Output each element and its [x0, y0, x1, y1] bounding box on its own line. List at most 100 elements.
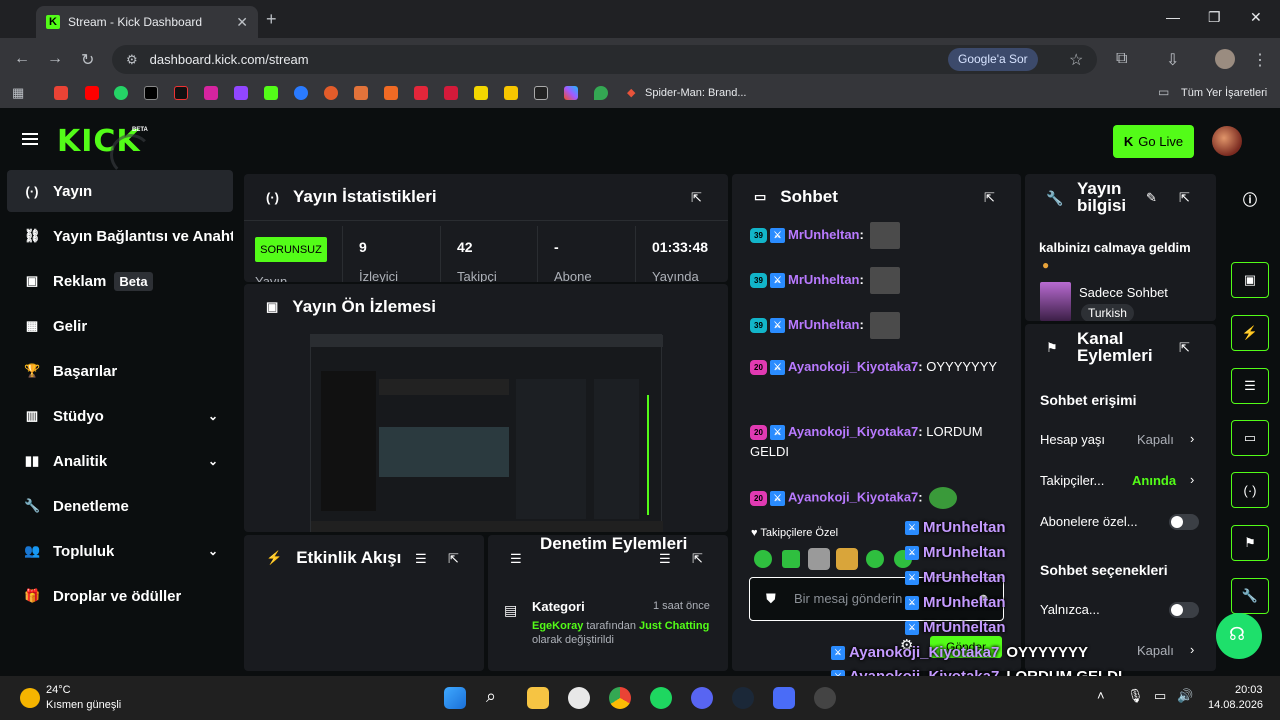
rail-channel-button[interactable]: ⚑ — [1231, 525, 1269, 561]
sidebar-item-7[interactable]: 🔧 Denetleme — [7, 485, 233, 527]
edit-icon[interactable]: ✎ — [1146, 190, 1157, 206]
subs-only-toggle[interactable] — [1169, 514, 1199, 530]
pepe-emote[interactable] — [929, 487, 958, 509]
bookmark-orange-icon[interactable] — [324, 86, 338, 100]
weather-desc[interactable]: Kısmen güneşli — [46, 699, 121, 711]
tray-chevron-icon[interactable]: ˄ — [1097, 688, 1105, 703]
cat-emote[interactable] — [870, 222, 901, 249]
volume-icon[interactable]: 🔊 — [1177, 688, 1193, 704]
popout-icon[interactable]: ⇱ — [1179, 190, 1190, 206]
rail-activity-button[interactable]: ⚡ — [1231, 315, 1269, 351]
cat-emote[interactable] — [870, 312, 901, 339]
info-icon[interactable]: ⓘ — [1243, 190, 1257, 210]
close-tab-icon[interactable]: ✕ — [236, 14, 248, 31]
network-icon[interactable]: ▭ — [1154, 688, 1166, 704]
back-icon[interactable]: ← — [14, 50, 30, 68]
x-icon[interactable] — [144, 86, 158, 100]
chat-username[interactable]: Ayanokoji_Kiyotaka7 — [788, 424, 918, 439]
chevron-right-icon[interactable]: › — [1190, 472, 1194, 487]
minimize-icon[interactable]: — — [1166, 9, 1180, 25]
emote-2[interactable] — [782, 550, 800, 568]
chevron-down-icon[interactable]: ⌄ — [208, 409, 218, 423]
weather-temp[interactable]: 24°C — [46, 684, 71, 696]
apps-icon[interactable]: ▦ — [12, 85, 24, 101]
all-bookmarks-label[interactable]: Tüm Yer İşaretleri — [1181, 87, 1267, 99]
mod-entry-user[interactable]: EgeKoray — [532, 620, 583, 632]
bookmark-imdb-icon[interactable] — [504, 86, 518, 100]
emote-4[interactable] — [836, 548, 858, 570]
stream-preview-video[interactable] — [310, 334, 663, 532]
emote-1[interactable] — [754, 550, 772, 568]
reload-icon[interactable]: ↻ — [81, 50, 94, 70]
sidebar-item-1[interactable]: ⛓ Yayın Bağlantısı ve Anahtarı — [7, 215, 233, 257]
sidebar-item-8[interactable]: 👥 Topluluk ⌄ — [7, 530, 233, 572]
menu-icon[interactable]: ⋮ — [1252, 50, 1268, 70]
weather-sun-icon[interactable] — [20, 688, 40, 708]
bookmark-star-icon[interactable]: ☆ — [1069, 50, 1083, 70]
downloads-icon[interactable]: ⇩ — [1166, 50, 1179, 70]
bookmark-c-icon[interactable] — [534, 86, 548, 100]
kick-icon[interactable] — [264, 86, 278, 100]
discord-icon[interactable] — [691, 687, 713, 709]
sidebar-item-2[interactable]: ▣ Reklam Beta — [7, 260, 233, 302]
popout-icon[interactable]: ⇱ — [448, 551, 459, 567]
instagram-icon[interactable] — [204, 86, 218, 100]
figma-icon[interactable] — [564, 86, 578, 100]
chat-username[interactable]: MrUnheltan — [788, 227, 860, 242]
app-icon[interactable] — [568, 687, 590, 709]
maximize-icon[interactable]: ❐ — [1208, 9, 1221, 26]
steam-icon[interactable] — [732, 687, 754, 709]
popout-icon[interactable]: ⇱ — [984, 190, 995, 206]
extensions-icon[interactable]: ⧉ — [1116, 50, 1127, 68]
bookmark-blue-icon[interactable] — [294, 86, 308, 100]
filter-icon[interactable]: ☰ — [415, 551, 427, 567]
sidebar-item-4[interactable]: 🏆 Başarılar — [7, 350, 233, 392]
clock-date[interactable]: 14.08.2026 — [1208, 699, 1263, 711]
cat-emote[interactable] — [870, 267, 901, 294]
spotify-icon[interactable] — [650, 687, 672, 709]
go-live-button[interactable]: K Go Live — [1113, 125, 1194, 158]
chevron-down-icon[interactable]: ⌄ — [208, 544, 218, 558]
bookmark-s-icon[interactable] — [474, 86, 488, 100]
windows-start-icon[interactable] — [444, 687, 466, 709]
twitch-icon[interactable] — [234, 86, 248, 100]
rail-preview-button[interactable]: ▣ — [1231, 262, 1269, 298]
app-gear-icon[interactable] — [814, 687, 836, 709]
app-blue-icon[interactable] — [773, 687, 795, 709]
last-setting-value[interactable]: Kapalı — [1137, 643, 1174, 658]
rail-stats-button[interactable]: (·) — [1231, 472, 1269, 508]
chat-username[interactable]: Ayanokoji_Kiyotaka7 — [788, 359, 918, 374]
support-chat-button[interactable]: ☊ — [1216, 613, 1262, 659]
hamburger-menu-icon[interactable] — [22, 133, 38, 145]
followers-setting-value[interactable]: Anında — [1132, 473, 1176, 488]
gmail-icon[interactable] — [54, 86, 68, 100]
new-tab-icon[interactable]: + — [266, 9, 277, 30]
sidebar-item-9[interactable]: 🎁 Droplar ve ödüller — [7, 575, 233, 617]
close-window-icon[interactable]: ✕ — [1250, 9, 1262, 26]
chevron-down-icon[interactable]: ⌄ — [208, 454, 218, 468]
youtube-icon[interactable] — [85, 86, 99, 100]
chevron-right-icon[interactable]: › — [1190, 431, 1194, 446]
rail-moderation-button[interactable]: ☰ — [1231, 368, 1269, 404]
maps-icon[interactable] — [594, 86, 608, 100]
user-avatar[interactable] — [1212, 126, 1242, 156]
bookmark-orange2-icon[interactable] — [384, 86, 398, 100]
microphone-icon[interactable]: 🎙 — [1127, 688, 1144, 704]
emote-5[interactable] — [866, 550, 884, 568]
popout-icon[interactable]: ⇱ — [691, 190, 702, 206]
sidebar-item-0[interactable]: (·) Yayın — [7, 170, 233, 212]
rail-info-button[interactable]: 🔧 — [1231, 578, 1269, 614]
whatsapp-icon[interactable] — [114, 86, 128, 100]
chevron-right-icon[interactable]: › — [1190, 642, 1194, 657]
tiktok-icon[interactable] — [174, 86, 188, 100]
ask-google-button[interactable]: Google'a Sor — [948, 48, 1038, 71]
account-age-value[interactable]: Kapalı — [1137, 432, 1174, 447]
chat-username[interactable]: MrUnheltan — [788, 317, 860, 332]
only-toggle[interactable] — [1169, 602, 1199, 618]
rail-chat-button[interactable]: ▭ — [1231, 420, 1269, 456]
filter-icon[interactable]: ☰ — [659, 551, 671, 567]
profile-avatar[interactable] — [1215, 49, 1235, 69]
bookmark-spiderman-label[interactable]: Spider-Man: Brand... — [645, 87, 747, 99]
forward-icon[interactable]: → — [47, 50, 63, 68]
sidebar-item-5[interactable]: ▥ Stüdyo ⌄ — [7, 395, 233, 437]
